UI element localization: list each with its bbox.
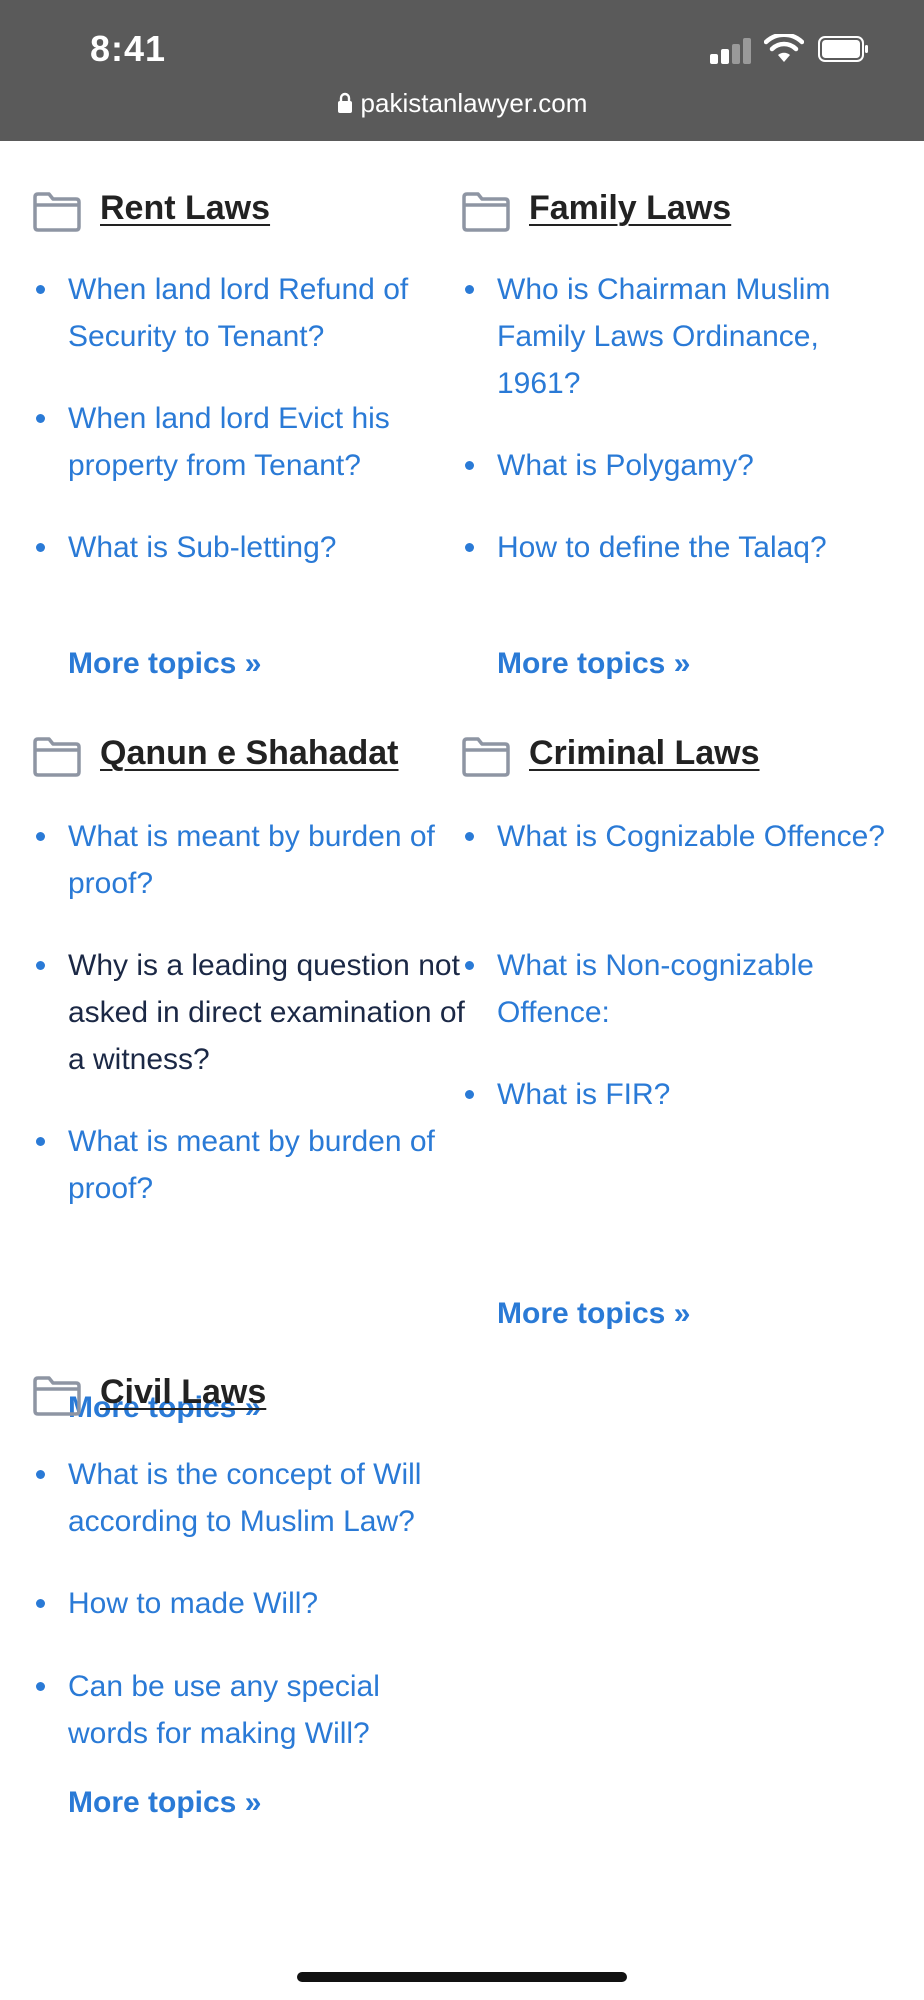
- category-title-rent-laws[interactable]: Rent Laws: [100, 189, 270, 228]
- url-text: pakistanlawyer.com: [360, 88, 588, 118]
- cellular-signal-icon: [710, 38, 752, 64]
- address-bar[interactable]: pakistanlawyer.com: [0, 88, 924, 119]
- folder-icon: [462, 192, 510, 232]
- status-time: 8:41: [90, 28, 167, 69]
- bullet-icon: [465, 543, 474, 552]
- wifi-icon: [764, 34, 804, 62]
- bullet-icon: [36, 1470, 45, 1479]
- topic-link[interactable]: When land lord Refund of Security to Ten…: [68, 266, 468, 360]
- bullet-icon: [465, 285, 474, 294]
- topic-link[interactable]: What is Cognizable Offence?: [497, 813, 897, 860]
- bullet-icon: [465, 961, 474, 970]
- folder-icon: [33, 737, 81, 777]
- category-title-qanun-e-shahadat[interactable]: Qanun e Shahadat: [100, 734, 399, 773]
- topic-link[interactable]: What is Polygamy?: [497, 442, 897, 489]
- bullet-icon: [465, 1090, 474, 1099]
- bullet-icon: [36, 1137, 45, 1146]
- topic-link[interactable]: How to made Will?: [68, 1580, 468, 1627]
- more-topics-link[interactable]: More topics »: [497, 1297, 690, 1331]
- bullet-icon: [36, 961, 45, 970]
- topic-link[interactable]: When land lord Evict his property from T…: [68, 395, 468, 489]
- topic-link[interactable]: What is Sub-letting?: [68, 524, 468, 571]
- category-title-family-laws[interactable]: Family Laws: [529, 189, 731, 228]
- bullet-icon: [36, 832, 45, 841]
- topic-link[interactable]: Can be use any special words for making …: [68, 1663, 468, 1757]
- category-header: Family Laws: [461, 181, 891, 241]
- more-topics-link[interactable]: More topics »: [68, 1786, 261, 1820]
- category-title-civil-laws[interactable]: Civil Laws: [100, 1373, 266, 1412]
- topic-link[interactable]: What is FIR?: [497, 1071, 897, 1118]
- bullet-icon: [36, 285, 45, 294]
- category-title-criminal-laws[interactable]: Criminal Laws: [529, 734, 760, 773]
- folder-icon: [33, 1376, 81, 1416]
- topic-link[interactable]: How to define the Talaq?: [497, 524, 897, 571]
- bullet-icon: [36, 1599, 45, 1608]
- home-indicator[interactable]: [297, 1972, 627, 1982]
- topic-link[interactable]: Why is a leading question not asked in d…: [68, 942, 468, 1083]
- topic-link[interactable]: Who is Chairman Muslim Family Laws Ordin…: [497, 266, 897, 407]
- bullet-icon: [465, 832, 474, 841]
- more-topics-link[interactable]: More topics »: [68, 647, 261, 681]
- battery-icon: [818, 36, 868, 62]
- topic-link[interactable]: What is meant by burden of proof?: [68, 813, 468, 907]
- bullet-icon: [36, 543, 45, 552]
- more-topics-link[interactable]: More topics »: [497, 647, 690, 681]
- category-header: Qanun e Shahadat: [32, 726, 462, 786]
- folder-icon: [462, 737, 510, 777]
- bullet-icon: [36, 1682, 45, 1691]
- category-header: Rent Laws: [32, 181, 462, 241]
- topic-link[interactable]: What is Non-cognizable Offence:: [497, 942, 897, 1036]
- category-header: Criminal Laws: [461, 726, 891, 786]
- folder-icon: [33, 192, 81, 232]
- topic-link[interactable]: What is the concept of Will according to…: [68, 1451, 468, 1545]
- bullet-icon: [36, 414, 45, 423]
- status-bar: 8:41 pakistanlawyer.com: [0, 0, 924, 141]
- bullet-icon: [465, 461, 474, 470]
- category-header: Civil Laws: [32, 1365, 462, 1425]
- lock-icon: [337, 92, 352, 114]
- topic-link[interactable]: What is meant by burden of proof?: [68, 1118, 468, 1212]
